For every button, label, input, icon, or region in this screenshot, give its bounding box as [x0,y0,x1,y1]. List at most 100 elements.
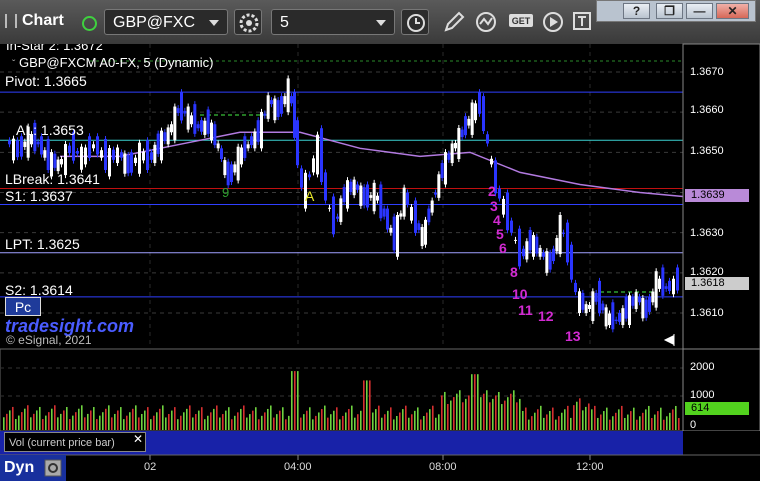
volume-bar [675,405,677,430]
candle-body [173,106,177,141]
candle-body [283,96,287,105]
candle-body [506,192,509,231]
candle-body [460,129,464,138]
volume-bar [45,415,47,430]
volume-bar [372,412,374,430]
volume-bar [270,405,272,430]
candle-body [134,157,137,164]
candle-body [474,103,477,121]
volume-bar [219,417,221,430]
volume-bar [294,371,296,430]
candle-body [542,252,545,257]
candle-body [490,158,493,165]
candle-body [84,147,87,165]
volume-bar [651,418,653,430]
candle-body [555,238,559,252]
candle-body [46,138,50,171]
candle-body [20,136,23,157]
volume-bar [645,409,647,430]
volume-bar [54,405,56,430]
volume-bar [99,415,101,430]
close-volume-icon[interactable]: ✕ [133,432,143,446]
volume-bar [24,408,26,430]
volume-bar [525,407,527,430]
candle-body [280,96,283,114]
candle-body [588,304,591,309]
candle-body [628,295,631,326]
volume-bar [339,419,341,430]
candle-body [332,196,335,235]
candle-body [457,127,461,160]
volume-bar [51,408,53,430]
candle-body [486,134,489,144]
candle-body [349,181,353,192]
volume-bar [309,407,311,430]
candle-body [336,216,339,219]
dyn-settings-icon [44,459,62,477]
volume-bar [78,408,80,430]
candle-body [60,159,63,165]
seq-10: 10 [512,286,528,302]
volume-bar [489,402,491,430]
volume-bar [258,419,260,430]
candle-body [190,115,193,125]
volume-bar [402,409,404,430]
volume-bar [528,419,530,430]
volume-bar [222,414,224,430]
volume-bar [624,417,626,430]
volume-bar [588,403,590,430]
volume-bar [519,398,521,430]
candle-body [193,104,197,134]
volume-bar [438,414,440,430]
volume-bar [648,405,650,430]
candle-body [552,248,555,262]
candle-body [240,147,243,165]
volume-bar [600,414,602,430]
dyn-button[interactable]: Dyn [0,455,66,481]
volume-bar [171,410,173,430]
volume-bar [570,417,572,430]
volume-bar [204,419,206,430]
candle-body [76,150,79,154]
volume-bar [111,417,113,430]
candle-body [138,142,141,174]
volume-bar [318,412,320,430]
candle-body [651,291,655,303]
candle-body [601,303,605,311]
volume-bar [549,410,551,430]
candle-body [548,252,552,270]
candle-body [522,248,525,257]
volume-bar [627,414,629,430]
volume-bar [333,410,335,430]
volume-bar [492,398,494,430]
volume-bar [381,417,383,430]
candle-body [160,130,163,161]
volume-bar [210,412,212,430]
candle-body [634,292,638,309]
volume-bar [612,416,614,430]
candle-body [312,158,315,173]
volume-bar [129,412,131,430]
price-chart[interactable] [0,0,760,481]
volume-bar [30,417,32,430]
volume-bar [456,393,458,430]
candle-body [376,195,379,201]
volume-tick: 2000 [690,361,715,373]
candle-body [444,152,447,185]
candle-body [614,319,618,322]
candle-body [276,100,280,117]
volume-bar [324,405,326,430]
pc-button[interactable]: Pc [5,297,41,316]
seq-13: 13 [565,328,581,344]
volume-bar [15,418,17,430]
volume-bar [594,405,596,430]
volume-bar [84,417,86,430]
volume-bar [474,374,476,430]
volume-bar [6,413,8,430]
price-tick: 1.3610 [690,307,724,319]
candle-body [372,182,376,212]
volume-bar [540,405,542,430]
volume-bar [555,419,557,430]
candle-body [206,109,210,134]
volume-bar [522,410,524,430]
